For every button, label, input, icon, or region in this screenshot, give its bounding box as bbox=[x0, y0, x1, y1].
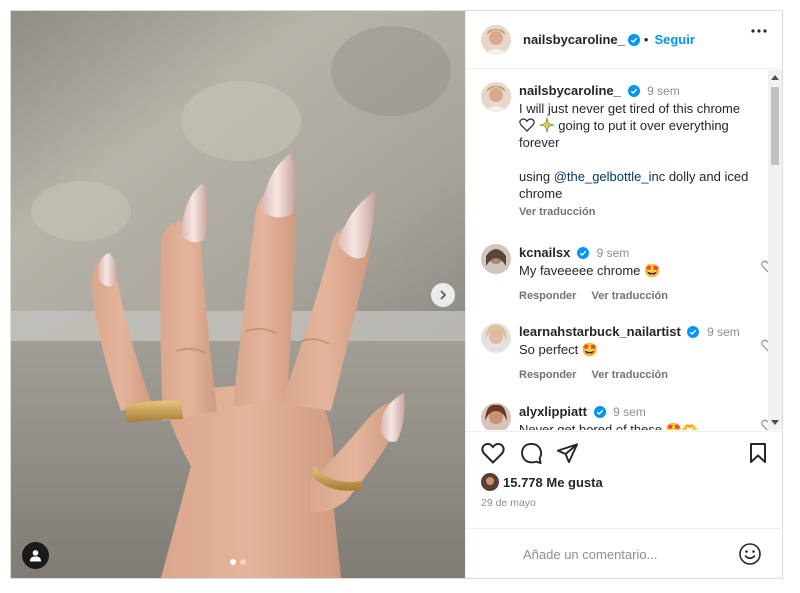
caption-line-2-text: going to put it over everything bbox=[554, 118, 729, 133]
sparkles-icon bbox=[538, 116, 555, 134]
see-translation-link[interactable]: Ver traducción bbox=[592, 369, 668, 381]
comment-body: kcnailsx 9 sem My faveeeee chrome 🤩 Resp… bbox=[519, 244, 759, 305]
caption-line-4-prefix: using bbox=[519, 169, 554, 184]
avatar-image bbox=[481, 82, 511, 112]
author-avatar[interactable] bbox=[481, 24, 511, 55]
verified-badge-icon bbox=[687, 326, 700, 338]
more-options-icon[interactable] bbox=[751, 29, 767, 33]
verified-badge-icon bbox=[576, 247, 589, 259]
carousel-dot bbox=[240, 559, 246, 565]
commenter-avatar[interactable] bbox=[481, 403, 511, 430]
avatar-image bbox=[481, 323, 511, 353]
comment-actions: Responder Ver traducción bbox=[519, 288, 759, 305]
scrollbar-thumb[interactable] bbox=[771, 87, 779, 165]
verified-badge-icon bbox=[627, 85, 640, 97]
scroll-up-arrow-icon[interactable] bbox=[771, 75, 779, 80]
comments-list[interactable]: nailsbycaroline_ 9 sem I will just never… bbox=[466, 70, 783, 430]
follow-button[interactable]: Seguir bbox=[654, 32, 694, 47]
post-actions bbox=[466, 431, 783, 475]
see-translation-link[interactable]: Ver traducción bbox=[519, 204, 759, 221]
avatar-image bbox=[481, 244, 511, 274]
chevron-right-icon bbox=[440, 290, 447, 300]
comments-scrollbar[interactable] bbox=[768, 70, 782, 430]
likes-text[interactable]: 15.778 Me gusta bbox=[503, 475, 603, 490]
comment-time[interactable]: 9 sem bbox=[707, 325, 740, 339]
comment-body: alyxlippiatt 9 sem Never get bored of th… bbox=[519, 403, 759, 430]
post-header: nailsbycaroline_ • Seguir bbox=[466, 11, 783, 69]
commenter-avatar[interactable] bbox=[481, 244, 511, 274]
comment-body: learnahstarbuck_nailartist 9 sem So perf… bbox=[519, 323, 759, 384]
author-avatar[interactable] bbox=[481, 82, 511, 112]
emoji-picker-icon[interactable] bbox=[738, 542, 762, 566]
comment-time[interactable]: 9 sem bbox=[597, 246, 630, 260]
see-translation-link[interactable]: Ver traducción bbox=[592, 290, 668, 302]
header-separator: • bbox=[643, 32, 649, 47]
share-send-icon[interactable] bbox=[556, 442, 579, 464]
scroll-down-arrow-icon[interactable] bbox=[771, 420, 779, 425]
verified-badge-icon bbox=[593, 406, 606, 418]
caption-line-3: forever bbox=[519, 135, 560, 150]
save-bookmark-icon[interactable] bbox=[749, 442, 767, 464]
commenter-username[interactable]: learnahstarbuck_nailartist bbox=[519, 324, 681, 339]
caption-username[interactable]: nailsbycaroline_ bbox=[519, 83, 621, 98]
post-date[interactable]: 29 de mayo bbox=[481, 497, 536, 509]
next-photo-button[interactable] bbox=[431, 283, 455, 307]
caption-body: nailsbycaroline_ 9 sem I will just never… bbox=[519, 82, 759, 221]
avatar-image bbox=[481, 24, 511, 55]
caption-line-5: chrome bbox=[519, 186, 563, 201]
likes-count[interactable]: 15.778 Me gusta bbox=[481, 472, 603, 492]
commenter-avatar[interactable] bbox=[481, 323, 511, 353]
comment-text: So perfect 🤩 bbox=[519, 342, 599, 357]
add-comment-input[interactable] bbox=[523, 544, 723, 564]
reply-button[interactable]: Responder bbox=[519, 369, 576, 381]
comment-time[interactable]: 9 sem bbox=[613, 405, 646, 419]
carousel-indicator bbox=[230, 559, 246, 565]
mention-link[interactable]: @the_gelbottle_inc bbox=[554, 169, 666, 184]
commenter-username[interactable]: kcnailsx bbox=[519, 245, 570, 260]
comment-actions: Responder Ver traducción bbox=[519, 367, 759, 384]
avatar-image bbox=[481, 473, 499, 491]
liker-avatar bbox=[481, 473, 499, 491]
caption-line-4-suffix: dolly and iced bbox=[665, 169, 749, 184]
commenter-username[interactable]: alyxlippiatt bbox=[519, 404, 587, 419]
reply-button[interactable]: Responder bbox=[519, 290, 576, 302]
post-dialog: nailsbycaroline_ • Seguir nailsbycarolin… bbox=[10, 10, 783, 579]
caption-line-1: I will just never get tired of this chro… bbox=[519, 101, 741, 116]
carousel-dot-active bbox=[230, 559, 236, 565]
user-icon bbox=[29, 550, 42, 562]
comment-icon[interactable] bbox=[520, 442, 543, 465]
caption-line-2: going to put it over everything bbox=[519, 116, 759, 134]
hand-nails-photo bbox=[11, 11, 465, 578]
comment-text: Never get bored of these 🤩🫶 bbox=[519, 422, 699, 430]
avatar-image bbox=[481, 403, 511, 430]
comment-text: My faveeeee chrome 🤩 bbox=[519, 263, 661, 278]
verified-badge-icon bbox=[627, 33, 640, 46]
post-photo bbox=[11, 11, 465, 578]
white-heart-icon bbox=[519, 118, 535, 132]
caption-line-4: using @the_gelbottle_inc dolly and iced bbox=[519, 168, 759, 185]
like-heart-icon[interactable] bbox=[481, 442, 505, 464]
caption-time[interactable]: 9 sem bbox=[647, 84, 680, 98]
tagged-users-button[interactable] bbox=[22, 542, 49, 569]
post-sidebar: nailsbycaroline_ • Seguir nailsbycarolin… bbox=[465, 11, 783, 578]
author-username[interactable]: nailsbycaroline_ bbox=[523, 32, 625, 47]
add-comment-bar bbox=[466, 528, 783, 578]
